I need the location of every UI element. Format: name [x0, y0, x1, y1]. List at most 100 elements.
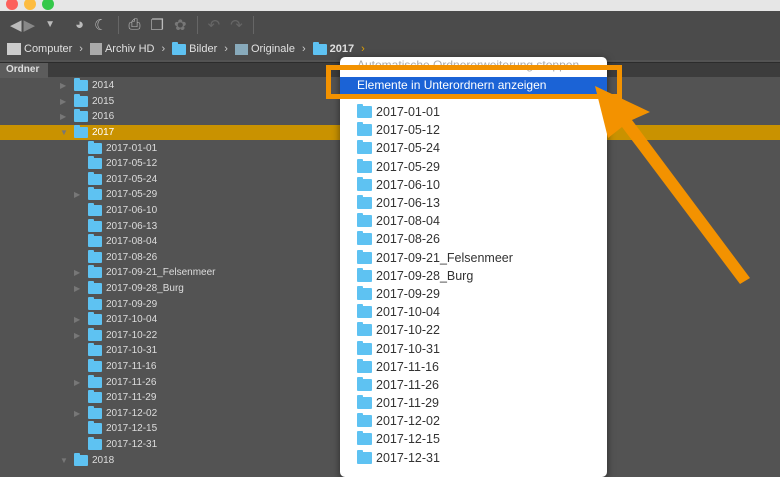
folder-icon	[88, 140, 102, 154]
folder-icon	[357, 431, 372, 446]
boomerang-icon[interactable]: ◕	[75, 16, 84, 33]
breadcrumb-archiv-hd[interactable]: Archiv HD	[89, 43, 154, 55]
chevron-down-icon[interactable]: ▼	[45, 19, 55, 30]
menu-folder-item[interactable]: 2017-09-29	[357, 285, 513, 303]
tree-row-label: 2017-09-28_Burg	[106, 283, 184, 295]
menu-item-stop-auto-expand[interactable]: Automatische Ordnererweiterung stoppen	[357, 60, 579, 74]
menu-folder-item[interactable]: 2017-09-21_Felsenmeer	[357, 249, 513, 267]
menu-folder-item[interactable]: 2017-11-29	[357, 394, 513, 412]
toolbar-divider	[196, 15, 198, 34]
disclosure-collapsed-icon[interactable]: ▶	[74, 315, 80, 324]
disclosure-collapsed-icon[interactable]: ▶	[74, 284, 80, 293]
folder-icon	[357, 104, 372, 119]
tree-row-label: 2017-10-22	[106, 329, 158, 341]
folder-icon	[88, 312, 102, 326]
menu-folder-item[interactable]: 2017-12-02	[357, 412, 513, 430]
forward-icon[interactable]: ▶	[24, 16, 36, 34]
disclosure-expanded-icon[interactable]: ▼	[60, 128, 68, 137]
disclosure-collapsed-icon[interactable]: ▶	[74, 190, 80, 199]
menu-folder-item[interactable]: 2017-08-04	[357, 212, 513, 230]
tree-row-label: 2017-12-15	[106, 423, 158, 435]
toolbar-divider	[252, 15, 254, 34]
menu-folder-item[interactable]: 2017-12-31	[357, 449, 513, 467]
folder-icon	[357, 376, 372, 391]
tab-ordner[interactable]: Ordner	[0, 63, 48, 78]
disclosure-collapsed-icon[interactable]: ▶	[60, 112, 66, 121]
disclosure-collapsed-icon[interactable]: ▶	[74, 268, 80, 277]
disclosure-collapsed-icon[interactable]: ▶	[60, 81, 66, 90]
menu-item-show-subfolder-items[interactable]: Elemente in Unterordnern anzeigen	[340, 77, 607, 94]
folder-icon	[88, 281, 102, 295]
menu-folder-item[interactable]: 2017-12-15	[357, 430, 513, 448]
crumb-label: 2017	[329, 43, 355, 55]
crumb-label: Computer	[24, 43, 73, 55]
menu-folder-label: 2017-09-29	[376, 286, 440, 301]
menu-folder-item[interactable]: 2017-11-26	[357, 376, 513, 394]
menu-folder-label: 2017-11-29	[376, 396, 440, 411]
disclosure-expanded-icon[interactable]: ▼	[60, 456, 68, 465]
close-window-button[interactable]	[6, 0, 18, 10]
folder-icon	[357, 231, 372, 246]
minimize-window-button[interactable]	[24, 0, 36, 10]
folder-icon	[357, 195, 372, 210]
menu-folder-item[interactable]: 2017-08-26	[357, 230, 513, 248]
folder-icon	[88, 374, 102, 388]
folder-icon	[88, 234, 102, 248]
folder-icon	[88, 327, 102, 341]
chevron-right-icon: ›	[79, 43, 83, 55]
disclosure-collapsed-icon[interactable]: ▶	[60, 97, 66, 106]
menu-folder-item[interactable]: 2017-11-16	[357, 358, 513, 376]
folder-icon	[88, 249, 102, 263]
menu-folder-item[interactable]: 2017-10-22	[357, 321, 513, 339]
title-bar	[0, 0, 780, 11]
rotate-left-icon[interactable]: ↶	[208, 16, 221, 34]
menu-folder-item[interactable]: 2017-05-12	[357, 121, 513, 139]
menu-folder-item[interactable]: 2017-05-29	[357, 158, 513, 176]
tree-row-label: 2017-12-31	[106, 438, 158, 450]
rotate-right-icon[interactable]: ↷	[230, 16, 243, 34]
tree-row-label: 2017-08-04	[106, 236, 158, 248]
copy-icon[interactable]: ❐	[151, 16, 164, 34]
menu-folder-item[interactable]: 2017-10-31	[357, 339, 513, 357]
menu-folder-label: 2017-08-26	[376, 232, 440, 247]
zoom-window-button[interactable]	[42, 0, 54, 10]
breadcrumb-2017[interactable]: 2017	[312, 41, 355, 55]
folder-icon	[74, 93, 88, 107]
breadcrumb-computer[interactable]: Computer	[7, 43, 72, 55]
disclosure-collapsed-icon[interactable]: ▶	[74, 378, 80, 387]
folder-icon	[88, 171, 102, 185]
get-photos-icon[interactable]: ⎙	[129, 16, 141, 33]
refine-icon[interactable]: ✿	[174, 16, 187, 34]
folder-icon	[88, 405, 102, 419]
menu-folder-label: 2017-01-01	[376, 105, 440, 120]
folder-icon	[357, 158, 372, 173]
folder-icon	[357, 122, 372, 137]
menu-folder-item[interactable]: 2017-06-13	[357, 194, 513, 212]
toolbar-divider	[117, 15, 119, 34]
menu-folder-list: 2017-01-01 2017-05-12 2017-05-24 2017-05-29…	[357, 103, 513, 467]
disclosure-collapsed-icon[interactable]: ▶	[74, 331, 80, 340]
folder-icon	[357, 322, 372, 337]
folder-icon	[357, 395, 372, 410]
breadcrumb-originale[interactable]: Originale	[234, 43, 295, 55]
rotate-icon[interactable]: ☾	[94, 16, 107, 34]
menu-folder-label: 2017-12-15	[376, 432, 440, 447]
breadcrumb-bilder[interactable]: Bilder	[172, 41, 217, 55]
folder-icon	[88, 343, 102, 357]
menu-folder-item[interactable]: 2017-06-10	[357, 176, 513, 194]
breadcrumb-menu-chevron[interactable]: ›	[361, 43, 365, 55]
tree-row-label: 2017-12-02	[106, 407, 158, 419]
tree-row-label: 2017-06-10	[106, 205, 158, 217]
menu-folder-label: 2017-12-02	[376, 414, 440, 429]
back-icon[interactable]: ◀	[10, 16, 22, 34]
folder-icon	[88, 421, 102, 435]
disclosure-collapsed-icon[interactable]: ▶	[74, 409, 80, 418]
tree-row-label: 2017	[92, 127, 115, 139]
menu-folder-item[interactable]: 2017-10-04	[357, 303, 513, 321]
menu-folder-item[interactable]: 2017-01-01	[357, 103, 513, 121]
menu-folder-item[interactable]: 2017-09-28_Burg	[357, 267, 513, 285]
chevron-right-icon: ›	[161, 43, 166, 55]
menu-folder-item[interactable]: 2017-05-24	[357, 139, 513, 157]
menu-folder-label: 2017-09-21_Felsenmeer	[376, 250, 513, 265]
tree-row-label: 2016	[92, 111, 115, 123]
